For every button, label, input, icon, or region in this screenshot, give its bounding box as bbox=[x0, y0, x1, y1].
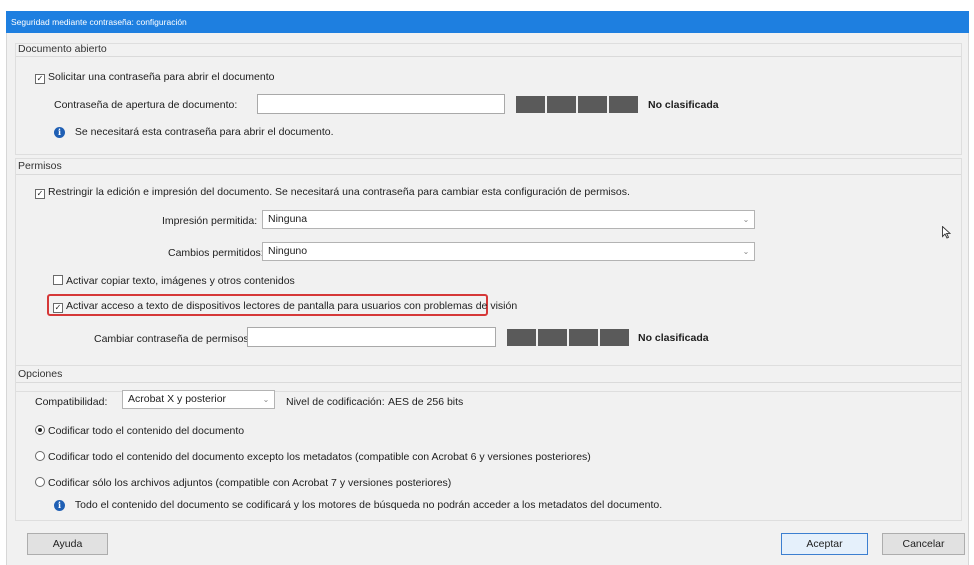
divider bbox=[16, 382, 961, 383]
info-icon: i bbox=[54, 127, 65, 138]
open-password-info: i Se necesitará esta contraseña para abr… bbox=[54, 126, 334, 138]
divider bbox=[16, 56, 961, 57]
printing-allowed-select[interactable]: Ninguna ⌄ bbox=[262, 210, 755, 229]
dialog-body: Documento abierto ✓ Solicitar una contras… bbox=[6, 33, 969, 565]
window-title-bar: Seguridad mediante contraseña: configura… bbox=[6, 11, 969, 33]
compatibility-select[interactable]: Acrobat X y posterior ⌄ bbox=[122, 390, 275, 409]
cancel-button[interactable]: Cancelar bbox=[882, 533, 965, 555]
chevron-down-icon: ⌄ bbox=[742, 247, 750, 256]
radio-encrypt-except-metadata-label: Codificar todo el contenido del document… bbox=[48, 451, 591, 463]
enable-copy-checkbox[interactable]: Activar copiar texto, imágenes y otros c… bbox=[53, 275, 295, 287]
printing-allowed-label: Impresión permitida: bbox=[162, 215, 258, 227]
open-password-label: Contraseña de apertura de documento: bbox=[54, 99, 238, 111]
radio-encrypt-except-metadata[interactable]: Codificar todo el contenido del document… bbox=[35, 451, 591, 463]
info-icon: i bbox=[54, 500, 65, 511]
permissions-password-field[interactable] bbox=[247, 327, 496, 347]
radio-encrypt-attachments[interactable]: Codificar sólo los archivos adjuntos (co… bbox=[35, 477, 451, 489]
permissions-password-strength-meter bbox=[507, 329, 629, 346]
checkbox-unchecked-icon bbox=[53, 275, 63, 285]
radio-encrypt-all[interactable]: Codificar todo el contenido del document… bbox=[35, 425, 244, 437]
screen-reader-access-checkbox[interactable]: ✓ Activar acceso a texto de dispositivos … bbox=[53, 300, 517, 313]
checkbox-checked-icon: ✓ bbox=[35, 74, 45, 84]
checkbox-checked-icon: ✓ bbox=[35, 189, 45, 199]
open-password-strength-meter bbox=[516, 96, 638, 113]
permissions-group-label: Permisos bbox=[18, 160, 62, 172]
radio-unselected-icon bbox=[35, 451, 45, 461]
chevron-down-icon: ⌄ bbox=[742, 215, 750, 224]
window-title: Seguridad mediante contraseña: configura… bbox=[11, 17, 187, 27]
open-password-info-text: Se necesitará esta contraseña para abrir… bbox=[74, 126, 334, 138]
permissions-password-strength-label: No clasificada bbox=[638, 332, 709, 344]
checkbox-checked-icon: ✓ bbox=[53, 303, 63, 313]
radio-encrypt-attachments-label: Codificar sólo los archivos adjuntos (co… bbox=[48, 477, 452, 489]
document-open-group-label: Documento abierto bbox=[18, 43, 107, 55]
open-password-strength-label: No clasificada bbox=[648, 99, 719, 111]
changes-allowed-select[interactable]: Ninguno ⌄ bbox=[262, 242, 755, 261]
compatibility-value: Acrobat X y posterior bbox=[128, 393, 227, 405]
compatibility-label: Compatibilidad: bbox=[35, 396, 108, 408]
radio-selected-icon bbox=[35, 425, 45, 435]
radio-encrypt-all-label: Codificar todo el contenido del document… bbox=[48, 425, 245, 437]
options-group bbox=[15, 365, 962, 521]
radio-unselected-icon bbox=[35, 477, 45, 487]
encryption-level-label: Nivel de codificación: bbox=[286, 396, 385, 408]
help-button[interactable]: Ayuda bbox=[27, 533, 108, 555]
options-info: i Todo el contenido del documento se cod… bbox=[54, 499, 662, 511]
change-permissions-password-label: Cambiar contraseña de permisos: bbox=[94, 333, 252, 345]
ok-button[interactable]: Aceptar bbox=[781, 533, 868, 555]
restrict-editing-label: Restringir la edición e impresión del do… bbox=[48, 186, 630, 198]
changes-allowed-value: Ninguno bbox=[268, 245, 308, 257]
enable-copy-label: Activar copiar texto, imágenes y otros c… bbox=[66, 275, 295, 287]
restrict-editing-checkbox[interactable]: ✓ Restringir la edición e impresión del d… bbox=[35, 186, 630, 199]
options-info-text: Todo el contenido del documento se codif… bbox=[74, 499, 663, 511]
require-open-password-label: Solicitar una contraseña para abrir el d… bbox=[48, 71, 275, 83]
divider bbox=[16, 174, 961, 175]
options-group-label: Opciones bbox=[18, 368, 63, 380]
chevron-down-icon: ⌄ bbox=[262, 395, 270, 404]
screen-reader-access-label: Activar acceso a texto de dispositivos l… bbox=[66, 300, 518, 312]
open-password-field[interactable] bbox=[257, 94, 505, 114]
changes-allowed-label: Cambios permitidos: bbox=[168, 247, 264, 259]
require-open-password-checkbox[interactable]: ✓ Solicitar una contraseña para abrir el … bbox=[35, 71, 274, 84]
encryption-level-value: AES de 256 bits bbox=[388, 396, 464, 408]
printing-allowed-value: Ninguna bbox=[268, 213, 308, 225]
mouse-pointer-icon bbox=[942, 226, 951, 239]
